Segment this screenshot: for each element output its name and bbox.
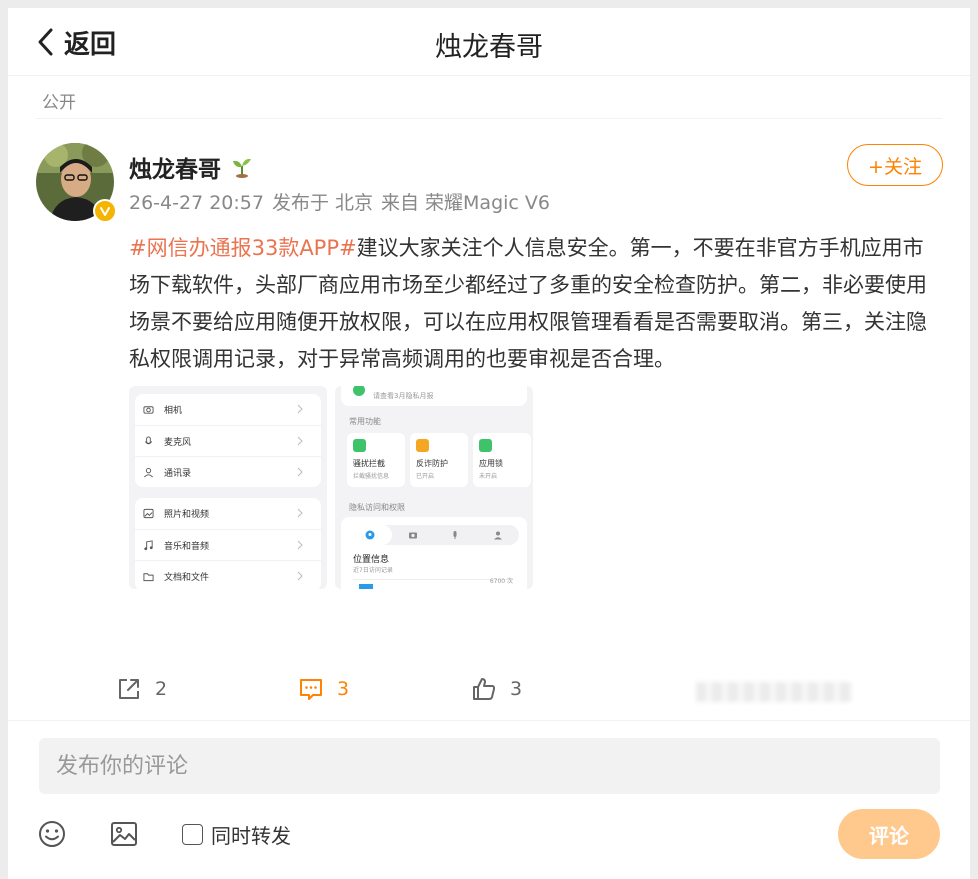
feature-card: 骚扰拦截 拦截骚扰信息 <box>347 433 405 487</box>
music-icon <box>144 539 153 550</box>
section-label: 隐私访问和权限 <box>349 503 405 512</box>
permission-row: 文档和文件 <box>135 560 321 589</box>
author-name[interactable]: 烛龙春哥 <box>129 150 253 184</box>
feature-card: 反诈防护 已开启 <box>410 433 468 487</box>
comment-count: 3 <box>337 678 350 700</box>
camera-icon <box>143 406 154 414</box>
permission-row: 音乐和音频 <box>135 529 321 560</box>
divider <box>8 720 970 721</box>
emoji-icon <box>39 821 65 847</box>
permission-label: 音乐和音频 <box>164 541 210 552</box>
photo-icon <box>143 508 154 519</box>
chevron-right-icon <box>297 467 303 477</box>
blurred-area <box>696 682 852 702</box>
visibility-label: 公开 <box>42 93 76 113</box>
follow-button[interactable]: +关注 <box>847 144 943 186</box>
verified-badge-icon <box>93 199 117 223</box>
post-location: 发布于 北京 <box>271 192 373 214</box>
share-button[interactable]: 2 <box>116 676 167 702</box>
usage-bar <box>359 584 373 589</box>
check-icon <box>353 386 365 396</box>
privacy-subtitle: 近7日访问记录 <box>353 567 393 574</box>
privacy-title: 位置信息 <box>353 555 390 565</box>
top-bar: 返回 烛龙春哥 <box>8 8 970 76</box>
sprout-icon <box>233 158 251 178</box>
insert-image-button[interactable] <box>108 818 140 850</box>
privacy-report-hint: 请查看3月隐私月报 <box>341 386 527 406</box>
chevron-right-icon <box>297 404 303 414</box>
permission-label: 麦克风 <box>164 437 192 448</box>
post-image-privacy[interactable]: 请查看3月隐私月报 常用功能 骚扰拦截 拦截骚扰信息 反诈防护 已开启 应用锁 … <box>335 386 533 589</box>
emoji-button[interactable] <box>36 818 68 850</box>
privacy-access-card: 位置信息 近7日访问记录 6700 次 <box>341 517 527 589</box>
feature-name: 骚扰拦截 <box>353 459 385 468</box>
privacy-report-text: 请查看3月隐私月报 <box>373 392 434 400</box>
share-icon <box>119 679 139 699</box>
microphone-icon <box>434 525 477 545</box>
like-count: 3 <box>510 678 523 700</box>
avatar[interactable] <box>36 143 117 223</box>
repost-checkbox[interactable]: 同时转发 <box>182 820 291 849</box>
share-count: 2 <box>155 678 168 700</box>
location-icon <box>349 525 392 545</box>
app-lock-icon <box>479 439 492 452</box>
post-time: 26-4-27 20:57 <box>129 192 264 214</box>
thumbs-up-icon <box>473 678 496 700</box>
permission-group-1: 相机 麦克风 通讯录 <box>135 394 321 487</box>
image-icon <box>111 822 137 846</box>
post-meta: 26-4-27 20:57 发布于 北京 来自 荣耀Magic V6 <box>129 188 550 215</box>
feature-status: 未开启 <box>479 473 498 480</box>
permission-label: 照片和视频 <box>164 510 210 520</box>
chevron-right-icon <box>297 436 303 446</box>
page-title: 烛龙春哥 <box>435 32 543 63</box>
permission-label: 文档和文件 <box>164 572 210 583</box>
permission-row: 相机 <box>135 394 321 425</box>
feature-status: 已开启 <box>416 473 435 480</box>
chevron-right-icon <box>297 571 303 581</box>
divider <box>36 118 942 119</box>
repost-label: 同时转发 <box>211 824 291 848</box>
feature-name: 应用锁 <box>479 459 503 468</box>
permission-label: 相机 <box>164 406 183 416</box>
comment-input[interactable] <box>39 738 940 794</box>
submit-comment-button[interactable]: 评论 <box>838 809 940 859</box>
chevron-right-icon <box>297 508 303 518</box>
comment-button[interactable]: 3 <box>298 676 349 702</box>
feature-status: 拦截骚扰信息 <box>353 473 390 480</box>
contacts-icon <box>477 525 520 545</box>
weibo-post-card: 返回 烛龙春哥 公开 烛龙春哥 26-4-27 20:57 发布于 北京 来自 … <box>8 8 970 879</box>
action-bar: 2 3 3 <box>8 672 970 712</box>
anti-fraud-icon <box>416 439 429 452</box>
permission-label: 通讯录 <box>164 468 192 479</box>
folder-icon <box>143 572 154 581</box>
section-label: 常用功能 <box>349 417 381 426</box>
like-button[interactable]: 3 <box>471 676 522 702</box>
feature-card: 应用锁 未开启 <box>473 433 531 487</box>
post-source: 来自 荣耀Magic V6 <box>381 192 550 214</box>
permission-row: 照片和视频 <box>135 498 321 529</box>
post-image-permissions[interactable]: 相机 麦克风 通讯录 照片和视频 音乐和音频 文档和文件 <box>129 386 327 589</box>
feature-name: 反诈防护 <box>416 459 448 468</box>
comment-icon <box>300 679 322 700</box>
permission-row: 通讯录 <box>135 456 321 487</box>
checkbox-icon <box>182 824 203 845</box>
contacts-icon <box>144 467 153 477</box>
microphone-icon <box>144 435 153 444</box>
post-body: #网信办通报33款APP#建议大家关注个人信息安全。第一，不要在非官方手机应用市… <box>129 230 944 378</box>
camera-icon <box>392 525 435 545</box>
privacy-count: 6700 次 <box>489 578 513 585</box>
permission-group-2: 照片和视频 音乐和音频 文档和文件 <box>135 498 321 589</box>
phone-shield-icon <box>353 439 366 452</box>
permission-row: 麦克风 <box>135 425 321 456</box>
chevron-right-icon <box>297 540 303 550</box>
topic-link[interactable]: #网信办通报33款APP# <box>129 236 357 260</box>
privacy-tabs <box>349 525 519 545</box>
author-name-text: 烛龙春哥 <box>129 157 221 183</box>
